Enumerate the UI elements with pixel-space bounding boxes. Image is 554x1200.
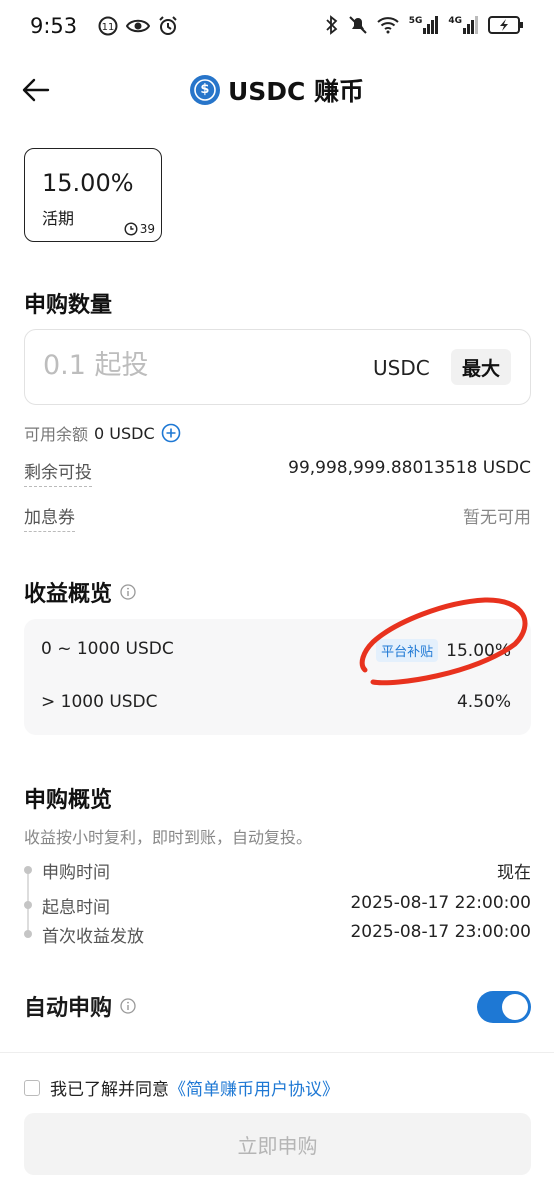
- coupon-row: 加息券 暂无可用: [24, 503, 531, 533]
- remaining-label[interactable]: 剩余可投: [24, 458, 92, 487]
- clock-icon: [124, 222, 138, 236]
- rate-card[interactable]: 15.00% 活期 39: [24, 148, 162, 242]
- agreement-text: 我已了解并同意: [50, 1080, 169, 1100]
- mute-bell-icon: [348, 16, 367, 34]
- overview-description: 收益按小时复利，即时到账，自动复投。: [24, 828, 313, 847]
- agreement-text-wrap: 我已了解并同意《简单赚币用户协议》: [50, 1075, 339, 1100]
- overview-section-title: 申购概览: [24, 788, 113, 813]
- coupon-label[interactable]: 加息券: [24, 503, 75, 532]
- rate-type: 活期: [42, 209, 75, 228]
- subscribe-button[interactable]: 立即申购: [24, 1113, 531, 1175]
- timeline-label: 申购时间: [42, 863, 110, 883]
- timeline-value: 2025-08-17 23:00:00: [350, 922, 531, 942]
- rate-timer-value: 39: [139, 222, 155, 236]
- network-5g-label: 5G: [408, 16, 423, 26]
- timeline-item: 申购时间 现在: [24, 858, 531, 883]
- alarm-icon: [159, 16, 177, 35]
- status-left-icons: 11: [98, 16, 178, 36]
- tier-card: 0 ~ 1000 USDC 平台补贴 15.00% > 1000 USDC 4.…: [24, 619, 531, 735]
- tier-range: 0 ~ 1000 USDC: [41, 639, 174, 659]
- network-4g-label: 4G: [448, 16, 462, 26]
- battery-charging-icon: [488, 16, 523, 34]
- tier-rate-wrap: 4.50%: [457, 692, 511, 712]
- agreement-row: 我已了解并同意《简单赚币用户协议》: [24, 1075, 339, 1100]
- page-title: USDC 赚币: [227, 77, 365, 106]
- header: $ USDC 赚币: [0, 60, 554, 120]
- timeline-dot: [24, 901, 32, 909]
- rate-timer: 39: [124, 222, 155, 236]
- timeline-label: 首次收益发放: [42, 927, 144, 947]
- auto-subscribe-row: 自动申购: [24, 990, 531, 1024]
- auto-subscribe-toggle[interactable]: [477, 991, 531, 1023]
- earnings-title-text: 收益概览: [24, 582, 113, 607]
- info-icon[interactable]: [120, 584, 136, 600]
- timeline-label: 起息时间: [42, 898, 110, 918]
- agreement-checkbox[interactable]: [24, 1079, 40, 1096]
- tier-rate-wrap: 平台补贴 15.00%: [376, 639, 511, 662]
- timeline-dot: [24, 866, 32, 874]
- status-time: 9:53: [30, 14, 78, 38]
- timeline-dot: [24, 930, 32, 938]
- timeline-item: 首次收益发放 2025-08-17 23:00:00: [24, 922, 531, 947]
- tier-row: 0 ~ 1000 USDC 平台补贴 15.00%: [41, 639, 511, 667]
- timeline: 申购时间 现在 起息时间 2025-08-17 22:00:00 首次收益发放 …: [24, 855, 531, 955]
- rate-value: 15.00%: [42, 169, 134, 197]
- timeline-value: 2025-08-17 22:00:00: [350, 893, 531, 913]
- usdc-coin-icon: $: [189, 75, 220, 105]
- remaining-value: 99,998,999.88013518 USDC: [288, 458, 531, 478]
- coin-symbol: $: [200, 82, 210, 97]
- balance-value: 0 USDC: [94, 423, 155, 443]
- balance-label: 可用余额: [24, 425, 89, 444]
- coupon-value: 暂无可用: [463, 508, 531, 528]
- remaining-row: 剩余可投 99,998,999.88013518 USDC: [24, 458, 531, 488]
- status-bar: 9:53 11 5G 4G: [0, 0, 554, 56]
- eye-icon: [126, 19, 150, 33]
- status-right-icons: 5G 4G: [325, 15, 524, 35]
- toggle-knob: [502, 994, 528, 1020]
- max-button[interactable]: 最大: [451, 349, 511, 385]
- signal-4g-icon: 4G: [448, 16, 478, 34]
- agreement-link[interactable]: 《简单赚币用户协议》: [169, 1080, 339, 1100]
- signal-5g-icon: 5G: [409, 16, 439, 34]
- amount-input[interactable]: [43, 350, 343, 381]
- tier-rate: 15.00%: [446, 640, 511, 661]
- bluetooth-icon: [326, 15, 338, 35]
- subsidy-tag: 平台补贴: [376, 639, 439, 662]
- notification-badge-icon: 11: [98, 16, 118, 36]
- wifi-icon: [377, 17, 399, 34]
- earnings-section-title: 收益概览: [24, 576, 136, 608]
- title-wrap: $ USDC 赚币: [0, 72, 554, 108]
- amount-box: USDC 最大: [24, 329, 531, 405]
- info-icon[interactable]: [120, 998, 136, 1014]
- subscribe-section-title: 申购数量: [24, 293, 113, 318]
- auto-subscribe-title: 自动申购: [24, 990, 136, 1022]
- tier-row: > 1000 USDC 4.50%: [41, 692, 511, 720]
- balance-row: 可用余额 0 USDC: [24, 421, 181, 445]
- amount-unit: USDC: [373, 356, 430, 380]
- timeline-value: 现在: [497, 863, 531, 883]
- svg-text:11: 11: [102, 22, 115, 33]
- add-circle-icon[interactable]: [161, 423, 181, 443]
- tier-rate: 4.50%: [456, 692, 511, 712]
- auto-subscribe-label: 自动申购: [24, 996, 113, 1021]
- timeline-item: 起息时间 2025-08-17 22:00:00: [24, 893, 531, 918]
- tier-range: > 1000 USDC: [41, 692, 158, 712]
- footer-divider: [0, 1052, 554, 1053]
